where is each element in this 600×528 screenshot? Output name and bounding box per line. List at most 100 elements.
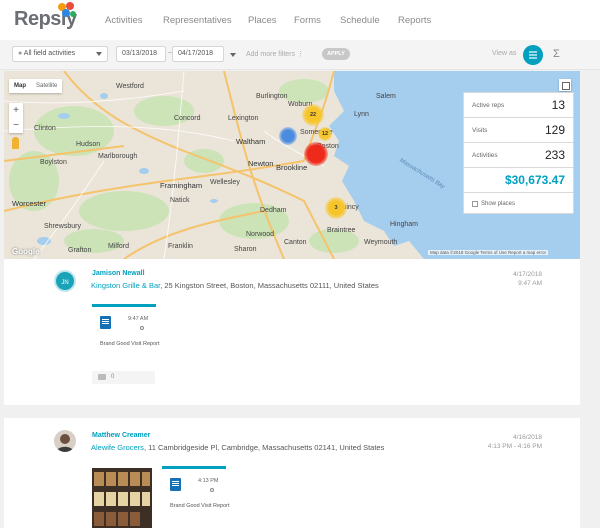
place-name-link[interactable]: Kingston Grille & Bar (91, 281, 160, 290)
sigma-icon[interactable]: Σ (553, 48, 560, 60)
activity-date-day: 4/17/2018 (513, 271, 542, 278)
fullscreen-icon[interactable] (559, 79, 571, 91)
stat-visits[interactable]: Visits 129 (463, 117, 574, 143)
stat-label: Active reps (472, 102, 505, 109)
avatar[interactable] (54, 430, 76, 452)
stat-activities[interactable]: Activities 233 (463, 142, 574, 168)
activity-photo[interactable] (92, 468, 152, 528)
map-label-grafton: Grafton (68, 247, 92, 254)
nav-item-places[interactable]: Places (248, 15, 277, 26)
map-label-framingham: Framingham (160, 181, 203, 190)
pegman-icon[interactable] (12, 137, 19, 149)
place-address: , 11 Cambridgeside Pl, Cambridge, Massac… (143, 443, 385, 452)
map-cluster[interactable]: 3 (325, 197, 347, 219)
activity-date-day: 4/16/2018 (513, 434, 542, 441)
map-type-toggle[interactable]: Map Satellite (9, 79, 63, 93)
map-label-braintree: Braintree (327, 227, 356, 234)
map-attribution[interactable]: Map data ©2018 Google Terms of Use Repor… (428, 250, 549, 255)
nav-item-schedule[interactable]: Schedule (340, 15, 380, 26)
date-from-input[interactable]: 03/13/2018 (116, 46, 166, 62)
zoom-out-button[interactable]: − (9, 118, 23, 133)
more-filters-link[interactable]: Add more filters ⋮ (246, 50, 304, 58)
map-label-salem: Salem (376, 93, 396, 100)
activity-card: JN Jamison Newall Kingston Grille & Bar,… (4, 259, 580, 405)
avatar-photo-icon (56, 434, 74, 452)
date-chevron-icon[interactable] (230, 53, 236, 57)
nav-item-representatives[interactable]: Representatives (163, 15, 232, 26)
map-label-boylston: Boylston (40, 159, 67, 166)
stats-panel: Active reps 13 Visits 129 Activities 233… (463, 92, 574, 214)
rep-name-link[interactable]: Jamison Newall (92, 270, 145, 277)
map-label-brookline: Brookline (276, 163, 308, 172)
apply-button[interactable]: APPLY (322, 48, 350, 60)
map-label-weymouth: Weymouth (364, 239, 398, 246)
tile-accent-bar (92, 304, 156, 307)
comment-button[interactable]: 0 (92, 371, 155, 384)
nav-item-activities[interactable]: Activities (105, 15, 142, 26)
map-type-map[interactable]: Map (9, 79, 31, 93)
activity-date-time: 9:47 AM (518, 280, 542, 287)
more-dots-icon: ⋮ (296, 51, 304, 58)
stat-value: 129 (544, 123, 565, 137)
nav-item-forms[interactable]: Forms (294, 15, 321, 26)
activity-card: Matthew Creamer Alewife Grocers, 11 Camb… (4, 418, 580, 528)
map-cluster[interactable]: 12 (318, 127, 332, 141)
map-label-concord: Concord (174, 115, 201, 122)
place-address: , 25 Kingston Street, Boston, Massachuse… (160, 281, 379, 290)
map-cluster[interactable] (279, 127, 297, 145)
map-label-hudson: Hudson (76, 141, 101, 148)
map-cluster[interactable] (304, 142, 328, 166)
activity-date: 4/16/2018 4:13 PM - 4:16 PM (488, 433, 542, 451)
map-label-westford: Westford (116, 83, 144, 90)
logo-mark-icon (58, 2, 76, 17)
stat-label: Activities (472, 152, 498, 159)
place-name-link[interactable]: Alewife Grocers (91, 443, 144, 452)
nav-item-reports[interactable]: Reports (398, 15, 431, 26)
tile-time: 4:13 PM (198, 478, 219, 484)
pin-icon (210, 488, 214, 492)
map-label-worcester: Worcester (12, 199, 47, 208)
activity-type-select[interactable]: ● All field activities (12, 46, 108, 62)
activity-date: 4/17/2018 9:47 AM (513, 270, 542, 288)
rep-name-link[interactable]: Matthew Creamer (92, 432, 150, 439)
chevron-down-icon (96, 52, 102, 56)
show-places-toggle[interactable]: Show places (463, 192, 574, 214)
date-to-input[interactable]: 04/17/2018 (172, 46, 224, 62)
stat-active-reps[interactable]: Active reps 13 (463, 92, 574, 118)
comment-count: 0 (111, 374, 115, 380)
map-label-hingham: Hingham (390, 221, 419, 228)
activity-type-value: All field activities (23, 50, 76, 57)
comment-icon (98, 374, 106, 380)
map-label-waltham: Waltham (236, 137, 266, 146)
map-label-burlington: Burlington (256, 93, 288, 100)
map-label-franklin: Franklin (168, 243, 193, 250)
zoom-in-button[interactable]: + (9, 103, 23, 118)
place-line: Alewife Grocers, 11 Cambridgeside Pl, Ca… (91, 443, 384, 452)
map-label-shrewsbury: Shrewsbury (44, 223, 81, 230)
activity-tile[interactable]: 4:13 PM Brand Good Visit Report (162, 466, 230, 524)
view-as-label: View as (492, 50, 517, 57)
place-line: Kingston Grille & Bar, 25 Kingston Stree… (91, 281, 379, 290)
map-label-sharon: Sharon (234, 246, 257, 253)
stat-value: 13 (551, 98, 565, 112)
list-view-icon[interactable] (523, 45, 543, 65)
stat-value: 233 (544, 148, 565, 162)
tile-accent-bar (162, 466, 226, 469)
map-label-marlborough: Marlborough (98, 153, 138, 160)
stat-label: Visits (472, 127, 488, 134)
google-logo: Google (12, 247, 40, 256)
avatar[interactable]: JN (54, 270, 76, 292)
filter-bar: ● All field activities 03/13/2018 – 04/1… (0, 40, 600, 70)
show-places-checkbox[interactable] (472, 201, 478, 207)
document-icon (170, 478, 181, 491)
map-label-canton: Canton (284, 239, 307, 246)
stat-revenue[interactable]: $30,673.47 (463, 167, 574, 193)
map-label-natick: Natick (170, 197, 190, 204)
map-cluster[interactable]: 22 (302, 104, 324, 126)
map-label-milford: Milford (108, 243, 130, 250)
activity-tile[interactable]: 9:47 AM Brand Good Visit Report (92, 304, 160, 362)
stat-value: $30,673.47 (504, 173, 565, 187)
map-type-satellite[interactable]: Satellite (31, 79, 62, 93)
pin-icon (140, 326, 144, 330)
top-nav: Repsly Activities Representatives Places Fo… (0, 0, 600, 40)
